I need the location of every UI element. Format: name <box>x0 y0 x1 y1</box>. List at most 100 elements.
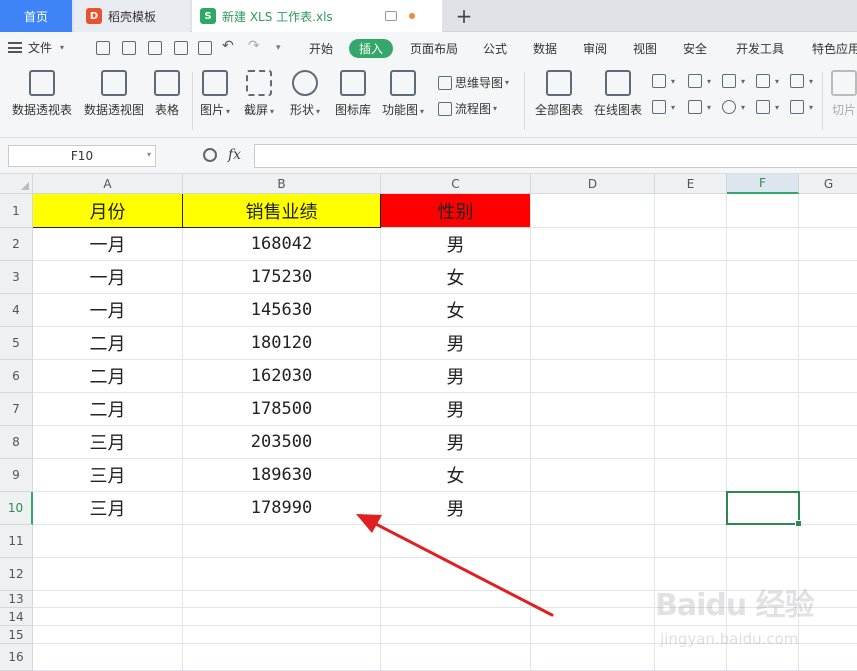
cell[interactable] <box>799 459 857 492</box>
online-charts-button[interactable]: 在线图表 <box>594 70 642 118</box>
icon-library-button[interactable]: 图标库 <box>335 70 371 118</box>
cell[interactable] <box>799 426 857 459</box>
data-cell[interactable]: 女 <box>381 294 531 327</box>
cell[interactable] <box>799 327 857 360</box>
radar-chart-button[interactable]: ▾ <box>756 74 779 88</box>
cell[interactable] <box>799 644 857 671</box>
customize-icon[interactable]: ▾ <box>276 43 281 53</box>
menu-security[interactable]: 安全 <box>683 40 707 57</box>
cell[interactable] <box>655 327 727 360</box>
cell[interactable] <box>531 294 655 327</box>
format-painter-icon[interactable] <box>148 41 162 55</box>
cell[interactable] <box>531 644 655 671</box>
cell[interactable] <box>531 459 655 492</box>
undo-icon[interactable]: ↶ <box>222 38 234 54</box>
zoom-icon[interactable] <box>203 148 217 162</box>
data-cell[interactable]: 女 <box>381 459 531 492</box>
data-cell[interactable]: 一月 <box>33 228 183 261</box>
cell[interactable] <box>727 294 799 327</box>
cell[interactable] <box>381 608 531 626</box>
row-header-9[interactable]: 9 <box>0 459 33 492</box>
cell[interactable] <box>33 591 183 608</box>
data-cell[interactable]: 175230 <box>183 261 381 294</box>
cell[interactable] <box>727 360 799 393</box>
row-header-13[interactable]: 13 <box>0 591 33 608</box>
cell[interactable] <box>531 228 655 261</box>
data-cell[interactable]: 203500 <box>183 426 381 459</box>
cell[interactable] <box>531 492 655 525</box>
slicer-button[interactable]: 切片 <box>831 70 857 118</box>
cell[interactable] <box>531 626 655 644</box>
cell[interactable] <box>655 426 727 459</box>
name-box[interactable]: F10 ▾ <box>8 145 156 167</box>
monitor-icon[interactable] <box>384 11 397 21</box>
cell[interactable] <box>531 558 655 591</box>
cell[interactable] <box>799 360 857 393</box>
print-preview-icon[interactable] <box>198 41 212 55</box>
column-header-g[interactable]: G <box>799 174 857 194</box>
row-header-8[interactable]: 8 <box>0 426 33 459</box>
mind-map-button[interactable]: 思维导图 ▾ <box>438 74 509 91</box>
cell[interactable] <box>33 525 183 558</box>
screenshot-button[interactable]: 截屏 ▾ <box>244 70 274 118</box>
data-cell[interactable]: 一月 <box>33 294 183 327</box>
cell[interactable] <box>655 194 727 228</box>
shape-button[interactable]: 形状 ▾ <box>290 70 320 118</box>
cell[interactable] <box>381 525 531 558</box>
data-cell[interactable]: 168042 <box>183 228 381 261</box>
cell[interactable] <box>183 626 381 644</box>
row-header-1[interactable]: 1 <box>0 194 33 228</box>
cell[interactable] <box>531 608 655 626</box>
row-header-16[interactable]: 16 <box>0 644 33 671</box>
menu-developer[interactable]: 开发工具 <box>736 40 784 57</box>
new-tab-button[interactable]: + <box>452 4 476 28</box>
tab-home[interactable]: 首页 <box>0 0 72 32</box>
picture-button[interactable]: 图片 ▾ <box>200 70 230 118</box>
data-cell[interactable]: 男 <box>381 393 531 426</box>
row-header-3[interactable]: 3 <box>0 261 33 294</box>
cell[interactable] <box>531 393 655 426</box>
row-header-14[interactable]: 14 <box>0 608 33 626</box>
cell[interactable] <box>655 261 727 294</box>
row-header-6[interactable]: 6 <box>0 360 33 393</box>
data-cell[interactable]: 三月 <box>33 459 183 492</box>
column-header-f[interactable]: F <box>727 174 799 194</box>
cell[interactable] <box>655 228 727 261</box>
cell[interactable] <box>727 525 799 558</box>
active-cell-selection[interactable] <box>726 491 802 527</box>
fx-icon[interactable]: fx <box>228 147 241 163</box>
column-chart-button[interactable]: ▾ <box>652 74 675 88</box>
column-header-e[interactable]: E <box>655 174 727 194</box>
cell[interactable] <box>727 644 799 671</box>
cell[interactable] <box>183 608 381 626</box>
pivot-table-button[interactable]: 数据透视表 <box>12 70 72 118</box>
cell[interactable] <box>799 393 857 426</box>
cell[interactable] <box>655 644 727 671</box>
data-cell[interactable]: 男 <box>381 426 531 459</box>
cell[interactable] <box>655 525 727 558</box>
menu-special[interactable]: 特色应用 <box>812 40 857 57</box>
pie-chart-button[interactable]: ▾ <box>722 100 745 114</box>
cell[interactable] <box>531 426 655 459</box>
menu-review[interactable]: 审阅 <box>583 40 607 57</box>
menu-start[interactable]: 开始 <box>309 40 333 57</box>
data-cell[interactable]: 178990 <box>183 492 381 525</box>
line-chart-button[interactable]: ▾ <box>722 74 745 88</box>
open-icon[interactable] <box>96 41 110 55</box>
cell[interactable] <box>655 294 727 327</box>
scatter-chart-button[interactable]: ▾ <box>756 100 779 114</box>
data-cell[interactable]: 二月 <box>33 393 183 426</box>
cell[interactable] <box>799 228 857 261</box>
cell[interactable] <box>727 459 799 492</box>
row-header-11[interactable]: 11 <box>0 525 33 558</box>
other-chart-button[interactable]: ▾ <box>790 100 813 114</box>
cell[interactable] <box>655 492 727 525</box>
data-cell[interactable]: 162030 <box>183 360 381 393</box>
redo-icon[interactable]: ↷ <box>248 38 260 54</box>
cell[interactable] <box>799 492 857 525</box>
cell[interactable] <box>531 261 655 294</box>
all-charts-button[interactable]: 全部图表 <box>535 70 583 118</box>
row-header-4[interactable]: 4 <box>0 294 33 327</box>
cell[interactable] <box>727 327 799 360</box>
cell[interactable] <box>33 626 183 644</box>
